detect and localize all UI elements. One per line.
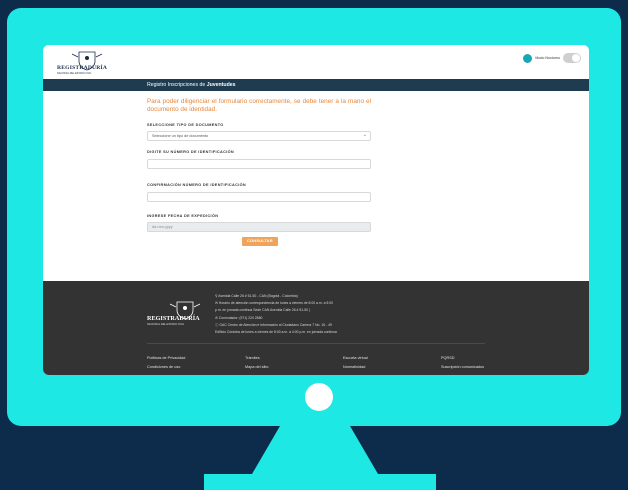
registration-form: Para poder diligenciar el formulario cor… xyxy=(147,98,371,246)
gac-line: ⓘ GAC Centro de Atención e Información a… xyxy=(215,322,332,327)
footer-link-column: Políticas de Privacidad Condiciones de u… xyxy=(147,354,233,372)
footer-brand-name: REGISTRADURÍA xyxy=(147,315,200,322)
power-button xyxy=(305,383,333,411)
browser-screen: REGISTRADURÍA NACIONAL DEL ESTADO CIVIL … xyxy=(43,45,589,375)
footer-brand-subtitle: NACIONAL DEL ESTADO CIVIL xyxy=(147,323,185,326)
procedures-link[interactable]: Trámites xyxy=(245,354,331,363)
id-number-input[interactable] xyxy=(147,158,371,169)
night-mode-label: Modo Nocturno xyxy=(535,56,560,60)
address-line: ⚲ Avenida Calle 26 # 51-50 - CAN (Bogotá… xyxy=(215,294,298,298)
subscribe-link[interactable]: Suscripción comunicados xyxy=(441,363,527,372)
privacy-policy-link[interactable]: Políticas de Privacidad xyxy=(147,354,233,363)
confirm-id-label: CONFIRMACIÓN NÚMERO DE IDENTIFICACIÓN xyxy=(147,182,247,187)
brand-subtitle: NACIONAL DEL ESTADO CIVIL xyxy=(57,72,92,75)
footer-link-column: PQRSD Suscripción comunicados xyxy=(441,354,527,372)
issue-date-label: INGRESE FECHA DE EXPEDICIÓN xyxy=(147,213,219,218)
regulations-link[interactable]: Normatividad xyxy=(343,363,429,372)
phone-line: ✆ Conmutador: (571) 220 2880 xyxy=(215,315,263,320)
hours-line: ✉ Horario de atención correspondencia de… xyxy=(215,301,334,306)
footer-link-column: Trámites Mapa del sitio xyxy=(245,354,331,372)
site-header: REGISTRADURÍA NACIONAL DEL ESTADO CIVIL … xyxy=(43,45,589,79)
virtual-school-link[interactable]: Escuela virtual xyxy=(343,354,429,363)
id-number-label: DIGITE SU NÚMERO DE IDENTIFICACIÓN xyxy=(147,149,234,154)
doc-type-select[interactable]: Seleccione un tipo de documento xyxy=(147,130,371,141)
gac-line-2: Edificio Córdoba de lunes a viernes de 8… xyxy=(215,330,337,335)
footer-link-column: Escuela virtual Normatividad xyxy=(343,354,429,372)
night-mode-toggle[interactable] xyxy=(563,53,581,63)
footer-contact-info: ⚲ Avenida Calle 26 # 51-50 - CAN (Bogotá… xyxy=(215,293,405,336)
doc-type-label: SELECCIONE TIPO DE DOCUMENTO xyxy=(147,122,224,127)
hours-line-2: p.m. en jornada continua Sede CAN Avenid… xyxy=(215,308,310,313)
form-intro: Para poder diligenciar el formulario cor… xyxy=(147,98,371,114)
page-title-emphasis: Juventudes xyxy=(206,82,236,88)
terms-of-use-link[interactable]: Condiciones de uso xyxy=(147,363,233,372)
night-mode-switch[interactable]: Modo Nocturno xyxy=(523,53,581,63)
confirm-id-input[interactable] xyxy=(147,191,371,202)
page-title-prefix: Registro Inscripciones de xyxy=(147,82,207,88)
footer-divider xyxy=(147,343,485,344)
issue-date-input[interactable]: dd-mm-yyyy xyxy=(147,221,371,232)
pqrsd-link[interactable]: PQRSD xyxy=(441,354,527,363)
moon-icon xyxy=(523,53,533,63)
consult-button[interactable]: CONSULTAR xyxy=(242,237,278,246)
sitemap-link[interactable]: Mapa del sitio xyxy=(245,363,331,372)
page-title-bar: Registro Inscripciones de Juventudes xyxy=(43,79,589,91)
footer-links: Políticas de Privacidad Condiciones de u… xyxy=(147,354,527,372)
brand-name: REGISTRADURÍA xyxy=(57,65,108,71)
site-footer: REGISTRADURÍA NACIONAL DEL ESTADO CIVIL … xyxy=(43,281,589,375)
